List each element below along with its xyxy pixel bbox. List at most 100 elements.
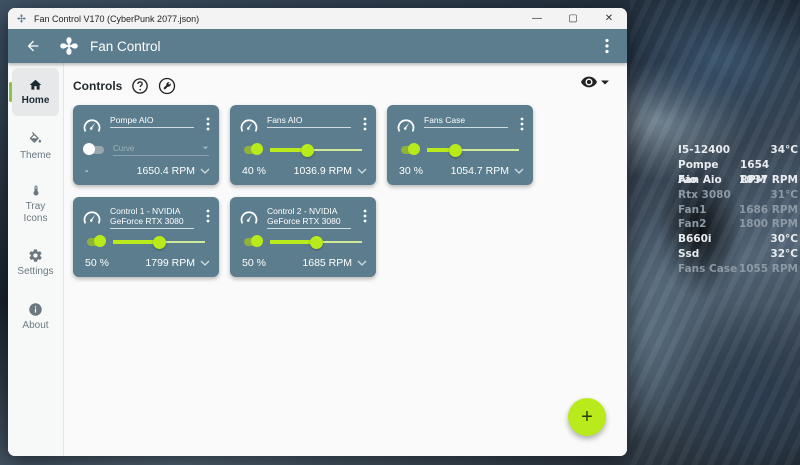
speedometer-icon: [240, 211, 258, 224]
rpm-value: 1054.7 RPM: [450, 165, 509, 177]
sensor-label: B660i: [678, 233, 712, 246]
enable-toggle[interactable]: [83, 143, 106, 156]
sensor-label: Fan2: [678, 218, 707, 231]
side-navigation: Home Theme Tray Icons Settings About: [8, 63, 64, 456]
help-circle-icon[interactable]: [131, 77, 149, 95]
fan-control-card: Pompe AIO Curve - 1650.4 RPM: [73, 105, 219, 185]
nav-item-label: Home: [21, 95, 50, 106]
window-titlebar[interactable]: Fan Control V170 (CyberPunk 2077.json) —…: [8, 8, 627, 29]
nav-item-settings[interactable]: Settings: [12, 238, 59, 286]
fan-control-card: Fans Case 30 % 1054.7 RPM: [387, 105, 533, 185]
sensor-label: Pompe Aio: [678, 158, 719, 186]
control-name-field[interactable]: Pompe AIO: [110, 115, 194, 128]
sensor-label: Fan1: [678, 203, 707, 216]
sensor-row: I5-12400 34°C: [678, 143, 798, 158]
chevron-down-icon[interactable]: [357, 167, 367, 175]
rpm-value: 1036.9 RPM: [293, 165, 352, 177]
slider-thumb[interactable]: [310, 236, 323, 249]
controls-page: Controls Pompe AIO Curve - 1650.4 RPM Fa…: [64, 63, 627, 456]
enable-toggle[interactable]: [83, 235, 106, 248]
speed-slider[interactable]: [113, 236, 205, 249]
more-vert-icon[interactable]: [595, 34, 619, 58]
sensor-value: 32°C: [770, 248, 798, 261]
sensor-value: 1686 RPM: [738, 203, 798, 216]
sensor-value: 1055 RPM: [738, 263, 798, 276]
sensor-row: B660i 30°C: [678, 232, 798, 247]
back-arrow-icon[interactable]: [20, 33, 46, 59]
sensor-label: Fan Aio: [678, 173, 722, 186]
caret-down-icon: [601, 80, 609, 84]
control-name-field[interactable]: Control 1 - NVIDIA GeForce RTX 3080: [110, 206, 194, 229]
gear-icon: [29, 248, 42, 262]
more-vert-icon[interactable]: [205, 117, 211, 131]
slider-thumb[interactable]: [448, 144, 462, 157]
sensor-value: 31°C: [770, 188, 798, 201]
visibility-menu[interactable]: [581, 76, 609, 88]
sensor-label: Ssd: [678, 248, 700, 261]
wrench-icon[interactable]: [158, 77, 176, 95]
control-name-field[interactable]: Control 2 - NVIDIA GeForce RTX 3080: [267, 206, 351, 229]
nav-item-about[interactable]: About: [12, 292, 59, 340]
percent-value: 30 %: [399, 165, 423, 177]
add-control-button[interactable]: +: [568, 398, 606, 436]
page-title: Controls: [73, 79, 123, 93]
curve-select[interactable]: Curve: [113, 144, 209, 156]
nav-item-theme[interactable]: Theme: [12, 122, 59, 170]
app-window: Fan Control V170 (CyberPunk 2077.json) —…: [8, 8, 627, 456]
control-name-field[interactable]: Fans Case: [424, 115, 508, 128]
close-button[interactable]: ✕: [591, 8, 627, 29]
app-title: Fan Control: [90, 38, 161, 54]
sensor-value: 1800 RPM: [738, 218, 798, 231]
sensor-row: Fans Case 1055 RPM: [678, 262, 798, 277]
thermometer-icon: [33, 185, 38, 196]
nav-item-label: Settings: [17, 265, 54, 277]
more-vert-icon[interactable]: [362, 209, 368, 223]
speedometer-icon: [397, 119, 415, 132]
speed-slider[interactable]: [270, 144, 362, 157]
eye-icon: [581, 76, 597, 88]
rpm-value: 1799 RPM: [145, 257, 195, 269]
enable-toggle[interactable]: [240, 143, 263, 156]
fan-logo-icon: [58, 35, 80, 57]
speed-slider[interactable]: [427, 144, 519, 157]
sensor-value: 34°C: [770, 144, 798, 156]
minimize-button[interactable]: —: [519, 8, 555, 29]
rpm-value: 1685 RPM: [302, 257, 352, 269]
control-name-field[interactable]: Fans AIO: [267, 115, 351, 128]
chevron-down-icon[interactable]: [357, 259, 367, 267]
nav-item-tray-icons[interactable]: Tray Icons: [12, 176, 59, 232]
chevron-down-icon[interactable]: [200, 259, 210, 267]
nav-item-label: About: [22, 319, 49, 331]
speed-slider[interactable]: [270, 236, 362, 249]
chevron-down-icon[interactable]: [514, 167, 524, 175]
nav-item-label: Theme: [19, 149, 52, 161]
sensor-label: I5-12400: [678, 144, 731, 156]
fan-control-card: Control 1 - NVIDIA GeForce RTX 3080 50 %…: [73, 197, 219, 277]
sensor-label: Fans Case: [678, 263, 738, 276]
sensor-row: Pompe Aio 1654 RPM: [678, 158, 798, 186]
plus-icon: +: [581, 406, 593, 428]
enable-toggle[interactable]: [240, 235, 263, 248]
more-vert-icon[interactable]: [205, 209, 211, 223]
fan-control-card: Fans AIO 40 % 1036.9 RPM: [230, 105, 376, 185]
sensor-row: Fan1 1686 RPM: [678, 203, 798, 218]
sensor-value: 1037 RPM: [738, 173, 798, 186]
maximize-button[interactable]: ▢: [555, 8, 591, 29]
slider-thumb[interactable]: [300, 144, 314, 157]
slider-thumb[interactable]: [153, 236, 166, 249]
more-vert-icon[interactable]: [519, 117, 525, 131]
home-icon: [29, 79, 42, 90]
chevron-down-icon[interactable]: [200, 167, 210, 175]
enable-toggle[interactable]: [397, 143, 420, 156]
speedometer-icon: [240, 119, 258, 132]
fan-app-icon: [16, 13, 27, 24]
window-title: Fan Control V170 (CyberPunk 2077.json): [34, 13, 200, 24]
nav-item-home[interactable]: Home: [9, 68, 59, 116]
more-vert-icon[interactable]: [362, 117, 368, 131]
percent-value: -: [85, 165, 89, 177]
sensor-label: Rtx 3080: [678, 188, 731, 201]
percent-value: 50 %: [85, 257, 109, 269]
caret-down-icon: [202, 146, 209, 150]
curve-select-placeholder: Curve: [113, 144, 135, 153]
percent-value: 50 %: [242, 257, 266, 269]
